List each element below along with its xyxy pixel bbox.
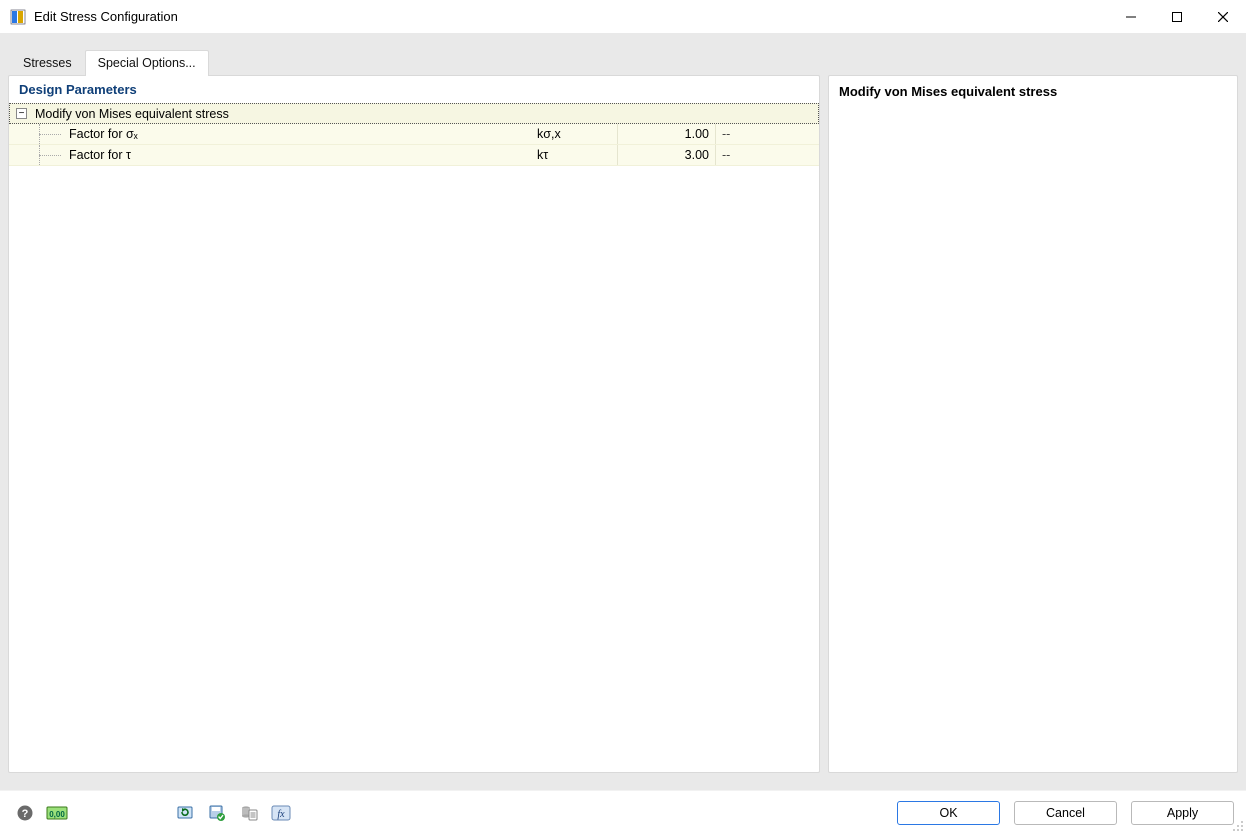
param-value[interactable]: 3.00 xyxy=(617,145,715,165)
help-icon[interactable]: ? xyxy=(12,801,38,825)
button-label: Cancel xyxy=(1046,806,1085,820)
param-symbol: kσ,x xyxy=(537,127,617,141)
design-parameters-panel: Design Parameters − Modify von Mises equ… xyxy=(8,75,820,773)
svg-text:0,00: 0,00 xyxy=(49,810,65,819)
info-panel: Modify von Mises equivalent stress xyxy=(828,75,1238,773)
cancel-button[interactable]: Cancel xyxy=(1014,801,1117,825)
window-title: Edit Stress Configuration xyxy=(34,9,178,24)
button-label: OK xyxy=(939,806,957,820)
tab-stresses[interactable]: Stresses xyxy=(10,50,85,76)
titlebar: Edit Stress Configuration xyxy=(0,0,1246,33)
tree-group-row[interactable]: − Modify von Mises equivalent stress xyxy=(9,103,819,124)
tab-label: Stresses xyxy=(23,56,72,70)
clipboard-db-icon[interactable] xyxy=(236,801,262,825)
client-area: Stresses Special Options... Design Param… xyxy=(0,33,1246,790)
refresh-icon[interactable] xyxy=(172,801,198,825)
section-header: Design Parameters xyxy=(9,76,819,103)
param-name: Factor for τ xyxy=(65,148,537,162)
tab-label: Special Options... xyxy=(98,56,196,70)
svg-text:?: ? xyxy=(22,808,29,820)
tab-special-options[interactable]: Special Options... xyxy=(85,50,209,76)
tree-indent xyxy=(9,124,65,144)
param-symbol: kτ xyxy=(537,148,617,162)
resize-grip-icon[interactable] xyxy=(1230,818,1244,832)
svg-text:fx: fx xyxy=(277,809,285,820)
window-maximize-button[interactable] xyxy=(1154,0,1200,33)
table-row[interactable]: Factor for σₓ kσ,x 1.00 -- xyxy=(9,124,819,145)
collapse-icon[interactable]: − xyxy=(16,108,27,119)
param-value[interactable]: 1.00 xyxy=(617,124,715,144)
window-close-button[interactable] xyxy=(1200,0,1246,33)
param-name: Factor for σₓ xyxy=(65,127,537,141)
save-config-icon[interactable] xyxy=(204,801,230,825)
tree-indent xyxy=(9,145,65,165)
units-icon[interactable]: 0,00 xyxy=(44,801,70,825)
parameters-tree: − Modify von Mises equivalent stress Fac… xyxy=(9,103,819,166)
footer: ? 0,00 fx OK Cancel Apply xyxy=(0,790,1246,834)
table-row[interactable]: Factor for τ kτ 3.00 -- xyxy=(9,145,819,166)
fx-icon[interactable]: fx xyxy=(268,801,294,825)
app-icon xyxy=(10,9,26,25)
param-unit: -- xyxy=(715,124,819,144)
tabstrip: Stresses Special Options... xyxy=(0,33,1246,75)
window-minimize-button[interactable] xyxy=(1108,0,1154,33)
param-unit: -- xyxy=(715,145,819,165)
apply-button[interactable]: Apply xyxy=(1131,801,1234,825)
ok-button[interactable]: OK xyxy=(897,801,1000,825)
button-label: Apply xyxy=(1167,806,1198,820)
tree-group-label: Modify von Mises equivalent stress xyxy=(33,107,536,121)
info-heading: Modify von Mises equivalent stress xyxy=(829,76,1237,107)
